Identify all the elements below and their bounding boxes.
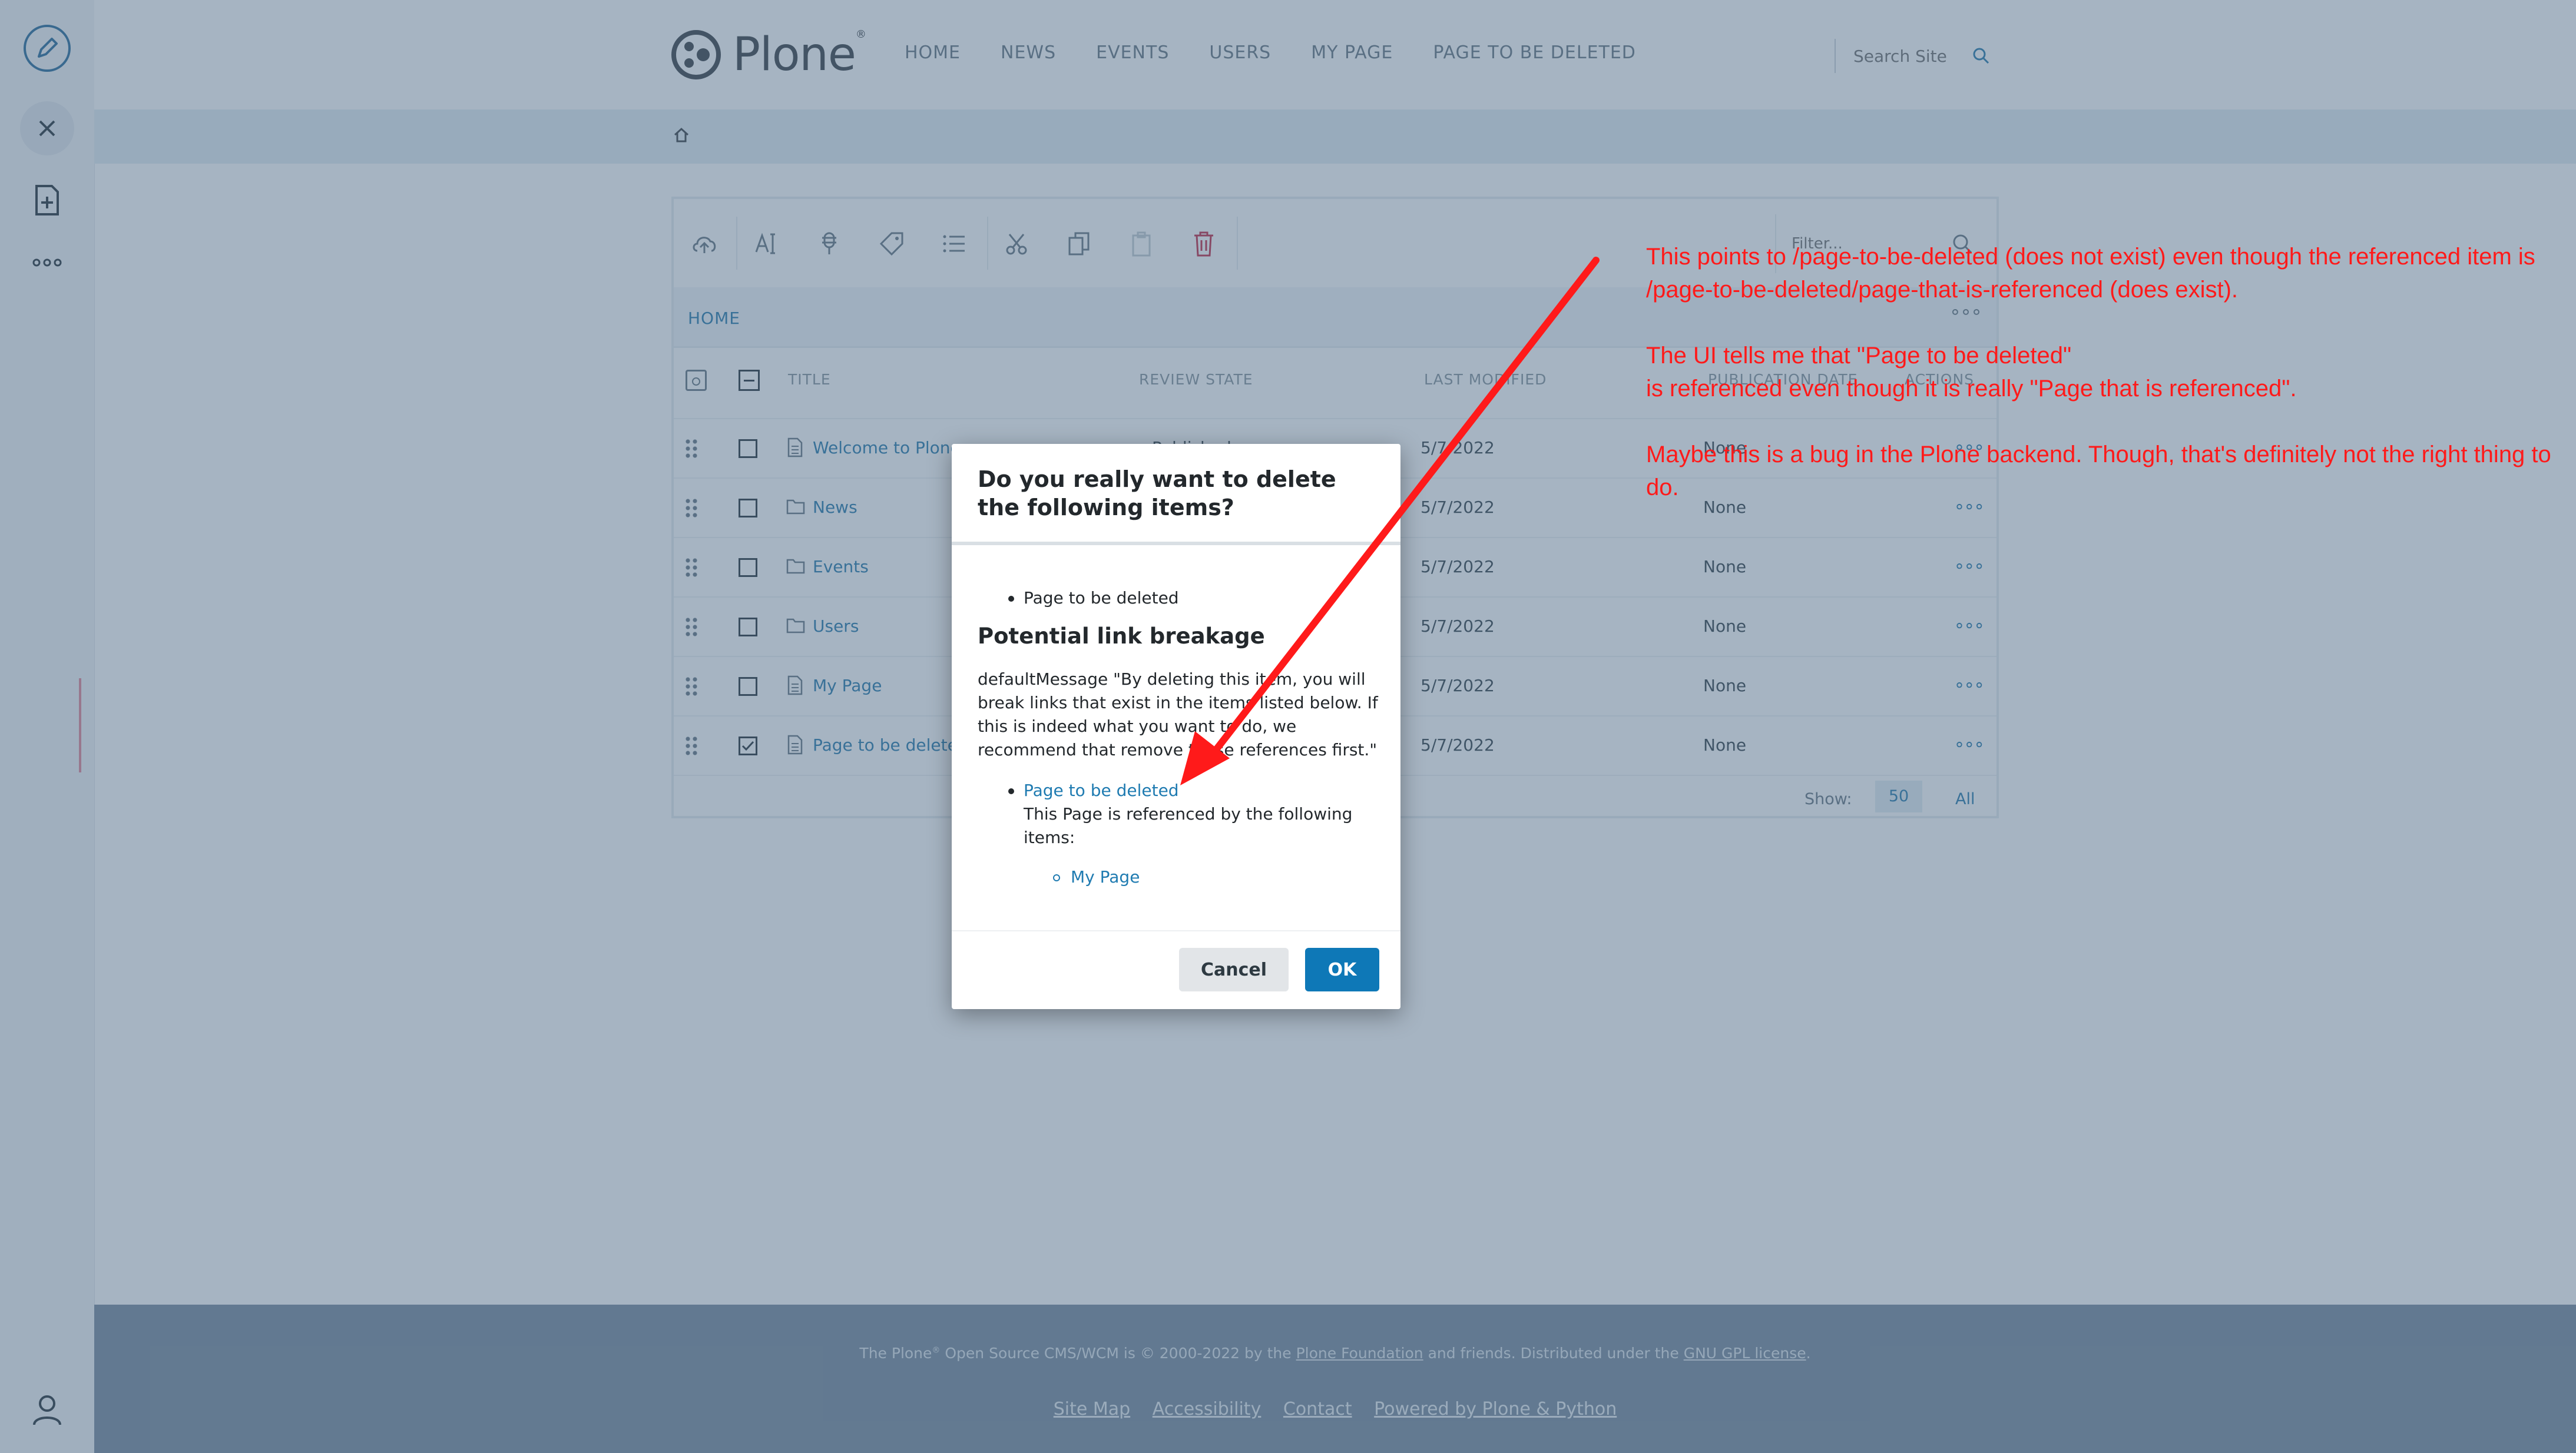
annotation-paragraph-1: This points to /page-to-be-deleted (does… <box>1646 244 2535 303</box>
annotation-arrow <box>1180 257 1600 785</box>
annotation-paragraph-2: The UI tells me that "Page to be deleted… <box>1646 343 2297 402</box>
annotation-note: This points to /page-to-be-deleted (does… <box>1646 240 2565 537</box>
annotation-paragraph-3: Maybe this is a bug in the Plone backend… <box>1646 442 2551 500</box>
